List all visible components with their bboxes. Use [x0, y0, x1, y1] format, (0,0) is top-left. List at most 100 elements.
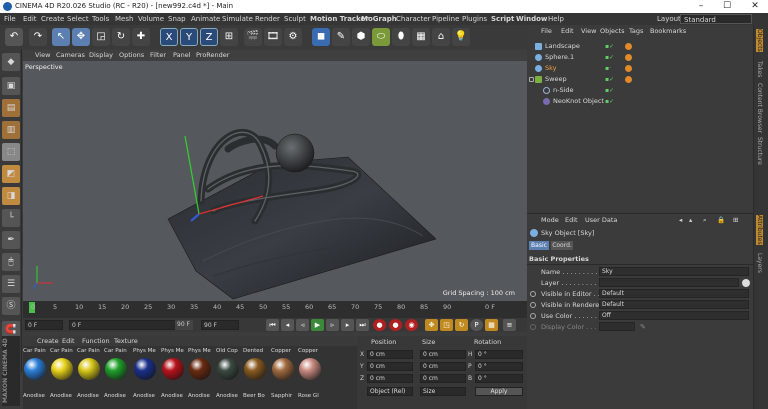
- objects-menu-edit[interactable]: Edit: [561, 27, 574, 35]
- preview-range-slider[interactable]: 0 F: [69, 320, 191, 330]
- select-tool-icon[interactable]: ↖: [52, 28, 70, 46]
- visible-in-editor-dropdown[interactable]: Default: [599, 289, 749, 298]
- keyframe-selection-icon[interactable]: ◉: [405, 319, 418, 331]
- subdivision-icon[interactable]: ⬢: [352, 28, 370, 46]
- material-tag-icon[interactable]: [625, 76, 632, 83]
- material-menu-function[interactable]: Function: [82, 337, 110, 345]
- size-z-field[interactable]: 0 cm: [420, 374, 466, 383]
- model-mode-icon[interactable]: ▣: [2, 77, 20, 95]
- close-icon[interactable]: ✕: [744, 0, 766, 13]
- tab-coord[interactable]: Coord.: [551, 241, 573, 250]
- object-row-sky[interactable]: Sky ▪·: [527, 63, 753, 74]
- material-swatch[interactable]: Phys Me Anodise: [161, 348, 187, 408]
- deformer-icon[interactable]: ⬮: [392, 28, 410, 46]
- dock-tab-content-browser[interactable]: Content Browser: [756, 83, 763, 133]
- workplane-mode-icon[interactable]: ▥: [2, 121, 20, 139]
- record-active-icon[interactable]: ●: [373, 319, 386, 331]
- undo-icon[interactable]: ↶: [5, 28, 23, 46]
- attributes-menu-user-data[interactable]: User Data: [585, 216, 617, 224]
- axis-y-lock[interactable]: Y: [180, 28, 198, 46]
- viewport-menu-prorender[interactable]: ProRender: [196, 50, 229, 61]
- render-view-icon[interactable]: 🎬: [244, 28, 262, 46]
- viewport-menu-display[interactable]: Display: [89, 50, 113, 61]
- object-row-n-side[interactable]: n-Side ▪✓: [527, 85, 753, 96]
- position-y-field[interactable]: 0 cm: [367, 362, 413, 371]
- new-panel-icon[interactable]: ⊞: [733, 216, 738, 224]
- menu-mograph[interactable]: MoGraph: [361, 13, 397, 25]
- viewport-menu-options[interactable]: Options: [119, 50, 144, 61]
- timeline-settings-icon[interactable]: ≡: [503, 319, 516, 331]
- animate-dot-icon[interactable]: [530, 291, 536, 297]
- go-to-start-icon[interactable]: ⏮: [266, 319, 279, 331]
- visibility-toggle[interactable]: ▪✓: [605, 43, 619, 50]
- menu-render[interactable]: Render: [255, 13, 280, 25]
- key-pla-icon[interactable]: ▦: [485, 319, 498, 331]
- objects-menu-file[interactable]: File: [541, 27, 552, 35]
- layer-field[interactable]: [599, 278, 739, 287]
- menu-simulate[interactable]: Simulate: [222, 13, 253, 25]
- material-swatch[interactable]: Car Pain Anodise: [77, 348, 103, 408]
- prev-frame-icon[interactable]: ◃: [296, 319, 309, 331]
- key-position-icon[interactable]: ✥: [425, 319, 438, 331]
- dock-tab-objects[interactable]: Objects: [756, 29, 763, 52]
- dock-tab-takes[interactable]: Takes: [756, 61, 763, 77]
- next-frame-icon[interactable]: ▹: [326, 319, 339, 331]
- dock-tab-attributes[interactable]: Attributes: [756, 215, 763, 245]
- visibility-toggle[interactable]: ▪✓: [605, 76, 619, 83]
- pen-spline-icon[interactable]: ✎: [332, 28, 350, 46]
- visibility-toggle[interactable]: ▪✓: [605, 98, 619, 105]
- rotation-b-field[interactable]: 0 °: [475, 374, 523, 383]
- coordinate-mode-dropdown[interactable]: Object (Rel): [367, 387, 413, 396]
- menu-select[interactable]: Select: [67, 13, 89, 25]
- objects-menu-tags[interactable]: Tags: [629, 27, 643, 35]
- menu-mesh[interactable]: Mesh: [115, 13, 133, 25]
- material-menu-create[interactable]: Create: [37, 337, 59, 345]
- polygons-mode-icon[interactable]: ◨: [2, 187, 20, 205]
- menu-edit[interactable]: Edit: [23, 13, 37, 25]
- object-row-sweep[interactable]: Sweep ▪✓: [527, 74, 753, 85]
- prev-key-icon[interactable]: ◂: [281, 319, 294, 331]
- material-swatch[interactable]: Old Cop Anodise: [216, 348, 242, 408]
- viewport-perspective[interactable]: Perspective Grid Spacing: 100 cm: [23, 61, 527, 301]
- minimize-icon[interactable]: –: [690, 0, 712, 13]
- menu-pipeline[interactable]: Pipeline: [432, 13, 459, 25]
- object-row-neoknot[interactable]: NeoKnot Object ▪✓: [527, 96, 753, 107]
- viewport-menu-cameras[interactable]: Cameras: [56, 50, 85, 61]
- menu-plugins[interactable]: Plugins: [462, 13, 487, 25]
- material-tag-icon[interactable]: [625, 43, 632, 50]
- coordinate-system-icon[interactable]: ⊞: [220, 28, 238, 46]
- attributes-menu-edit[interactable]: Edit: [565, 216, 578, 224]
- recent-tools-icon[interactable]: ✚: [132, 28, 150, 46]
- display-color-swatch[interactable]: [599, 322, 635, 331]
- menu-tools[interactable]: Tools: [92, 13, 109, 25]
- camera-icon[interactable]: ⌂: [432, 28, 450, 46]
- move-tool-icon[interactable]: ✥: [72, 28, 90, 46]
- material-swatch[interactable]: Car Pain Anodise: [50, 348, 76, 408]
- objects-menu-objects[interactable]: Objects: [600, 27, 625, 35]
- sculpt-icon[interactable]: Ⓢ: [2, 297, 20, 315]
- generators-icon[interactable]: ⬭: [372, 28, 390, 46]
- menu-create[interactable]: Create: [41, 13, 64, 25]
- menu-window[interactable]: Window: [516, 13, 547, 25]
- menu-volume[interactable]: Volume: [138, 13, 164, 25]
- autokey-icon[interactable]: ●: [389, 319, 402, 331]
- key-scale-icon[interactable]: ◳: [440, 319, 453, 331]
- menu-animate[interactable]: Animate: [191, 13, 220, 25]
- play-icon[interactable]: ▶: [311, 319, 324, 331]
- objects-menu-view[interactable]: View: [581, 27, 596, 35]
- make-editable-icon[interactable]: ◆: [2, 53, 20, 71]
- expand-collapse-icon[interactable]: [529, 77, 534, 82]
- menu-script[interactable]: Script: [491, 13, 514, 25]
- material-swatch[interactable]: Dented Beer Bo: [243, 348, 269, 408]
- solo-icon[interactable]: ☰: [2, 275, 20, 293]
- layer-link-icon[interactable]: [742, 279, 750, 287]
- size-y-field[interactable]: 0 cm: [420, 362, 466, 371]
- rotation-p-field[interactable]: 0 °: [475, 362, 523, 371]
- dock-tab-layers[interactable]: Layers: [756, 253, 763, 273]
- maximize-icon[interactable]: ☐: [716, 0, 738, 13]
- render-picture-viewer-icon[interactable]: 🎞: [264, 28, 282, 46]
- go-to-end-icon[interactable]: ⏭: [356, 319, 369, 331]
- menu-file[interactable]: File: [4, 13, 16, 25]
- color-picker-icon[interactable]: ✎: [640, 322, 646, 332]
- layout-dropdown[interactable]: Standard: [680, 14, 752, 24]
